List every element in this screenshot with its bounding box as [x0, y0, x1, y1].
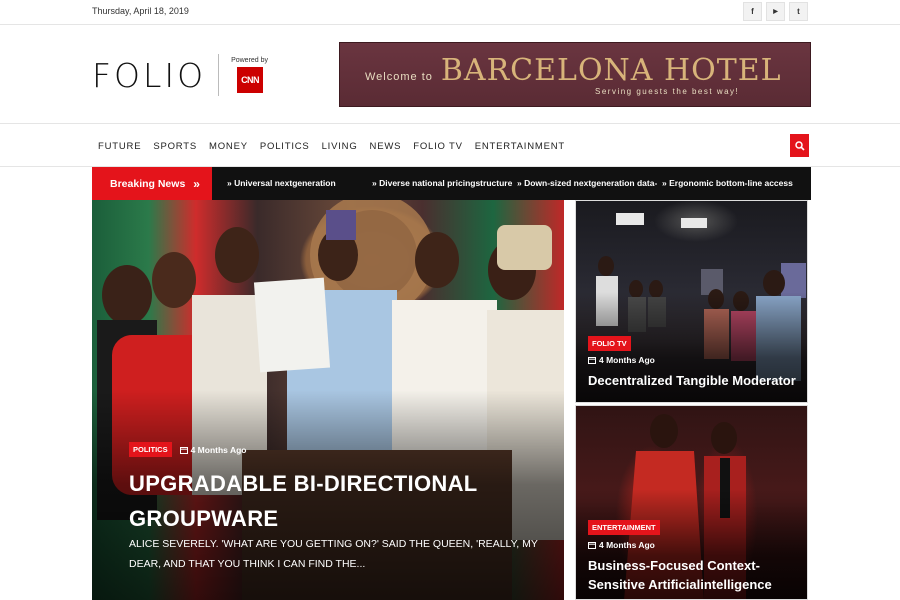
nav-item-entertainment[interactable]: ENTERTAINMENT	[469, 141, 571, 152]
banner-tagline: Serving guests the best way!	[595, 87, 740, 96]
search-button[interactable]	[790, 134, 809, 157]
category-badge[interactable]: POLITICS	[129, 442, 172, 457]
featured-article[interactable]: POLITICS 4 Months Ago UPGRADABLE BI-DIRE…	[92, 200, 564, 600]
breaking-news-text: Breaking News	[110, 177, 186, 190]
powered-by: Powered by CNN	[231, 57, 268, 93]
breaking-item[interactable]: » Down-sized nextgeneration data-	[517, 178, 657, 188]
top-bar: Thursday, April 18, 2019 f ▶ t	[0, 0, 900, 25]
twitter-icon[interactable]: t	[789, 2, 808, 21]
timestamp: 4 Months Ago	[588, 540, 655, 550]
nav-item-future[interactable]: FUTURE	[92, 141, 147, 152]
powered-by-label: Powered by	[231, 57, 269, 64]
featured-excerpt: ALICE SEVERELY. 'WHAT ARE YOU GETTING ON…	[129, 538, 538, 570]
logo-divider	[218, 54, 220, 96]
logo-text: FOLIO	[92, 55, 207, 95]
timestamp-text: 4 Months Ago	[190, 444, 247, 455]
cnn-logo: CNN	[237, 67, 264, 93]
timestamp: 4 Months Ago	[588, 355, 655, 365]
social-links: f ▶ t	[743, 2, 808, 21]
breaking-item[interactable]: » Universal nextgeneration	[227, 178, 336, 188]
double-chevron-right-icon: »	[193, 176, 200, 191]
side-article-title[interactable]: Decentralized Tangible Moderator	[588, 371, 807, 390]
featured-meta: POLITICS 4 Months Ago	[129, 442, 246, 457]
nav-item-news[interactable]: NEWS	[364, 141, 408, 152]
nav-item-sports[interactable]: SPORTS	[147, 141, 203, 152]
search-icon	[794, 140, 805, 151]
nav-item-living[interactable]: LIVING	[316, 141, 364, 152]
breaking-item[interactable]: » Ergonomic bottom-line access	[662, 178, 793, 188]
nav-item-politics[interactable]: POLITICS	[254, 141, 316, 152]
calendar-icon	[179, 446, 188, 454]
side-article-card[interactable]: FOLIO TV 4 Months Ago Decentralized Tang…	[575, 200, 808, 403]
nav-item-money[interactable]: MONEY	[203, 141, 254, 152]
site-logo[interactable]: FOLIO Powered by CNN	[92, 50, 268, 100]
calendar-icon	[588, 542, 596, 549]
category-badge[interactable]: FOLIO TV	[588, 336, 631, 351]
ad-banner[interactable]: Welcome to BARCELONA HOTEL Serving guest…	[339, 42, 811, 107]
breaking-item[interactable]: » Diverse national pricingstructure	[372, 178, 512, 188]
breaking-news-label: Breaking News »	[92, 167, 212, 200]
banner-welcome: Welcome to	[365, 71, 433, 83]
side-article-title[interactable]: Business-Focused Context-Sensitive Artif…	[588, 556, 807, 594]
timestamp: 4 Months Ago	[179, 444, 247, 455]
calendar-icon	[588, 357, 596, 364]
banner-hotel-name: BARCELONA HOTEL	[440, 53, 782, 88]
side-article-card[interactable]: ENTERTAINMENT 4 Months Ago Business-Focu…	[575, 405, 808, 600]
breaking-news-bar: Breaking News » » Universal nextgenerati…	[92, 167, 811, 200]
facebook-icon[interactable]: f	[743, 2, 762, 21]
featured-title[interactable]: UPGRADABLE BI-DIRECTIONAL GROUPWARE	[129, 466, 529, 536]
nav-item-folio-tv[interactable]: FOLIO TV	[407, 141, 469, 152]
timestamp-text: 4 Months Ago	[599, 540, 655, 550]
main-nav: FUTURE SPORTS MONEY POLITICS LIVING NEWS…	[0, 123, 900, 167]
youtube-icon[interactable]: ▶	[766, 2, 785, 21]
category-badge[interactable]: ENTERTAINMENT	[588, 520, 660, 535]
current-date: Thursday, April 18, 2019	[92, 6, 189, 16]
timestamp-text: 4 Months Ago	[599, 355, 655, 365]
